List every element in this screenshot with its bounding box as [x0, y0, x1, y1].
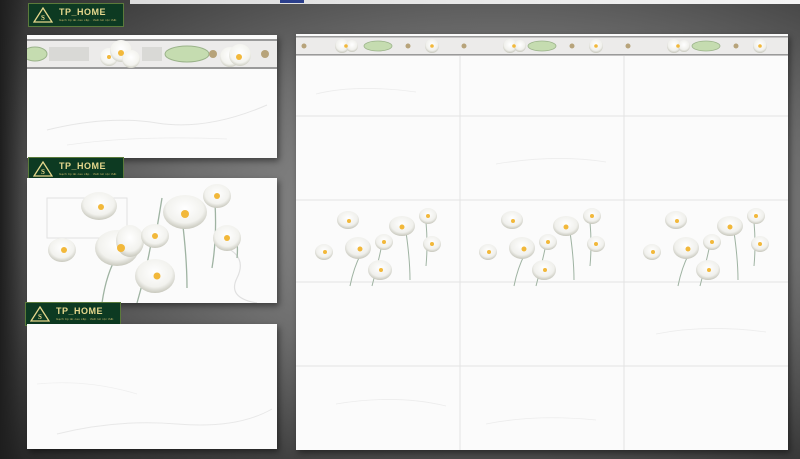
- logo-mark-icon: S: [33, 161, 53, 177]
- logo-tagline: Gạch ốp lát cao cấp · thiết kế nội thất: [59, 18, 117, 22]
- magnolia-flower: [203, 184, 231, 208]
- svg-text:S: S: [41, 14, 45, 22]
- flower-tile: [27, 178, 277, 303]
- logo-badge: S TP_HOME Gạch ốp lát cao cấp · thiết kế…: [25, 302, 121, 326]
- top-strip-accent: [280, 0, 304, 3]
- logo-mark-icon: S: [33, 7, 53, 23]
- plain-tile: [27, 324, 277, 449]
- logo-tagline: Gạch ốp lát cao cấp · thiết kế nội thất: [59, 172, 117, 176]
- magnolia-flower: [141, 224, 169, 248]
- svg-text:S: S: [38, 313, 42, 321]
- top-strip: [130, 0, 800, 4]
- magnolia-flower: [163, 195, 207, 229]
- left-vignette: [0, 0, 26, 459]
- wall-border-band: [296, 36, 788, 56]
- magnolia-flower: [213, 225, 241, 251]
- border-tile: [27, 35, 277, 158]
- magnolia-flower: [135, 259, 175, 293]
- logo-badge: S TP_HOME Gạch ốp lát cao cấp · thiết kế…: [28, 3, 124, 27]
- logo-mark-icon: S: [30, 306, 50, 322]
- magnolia-flower: [48, 238, 76, 262]
- logo-brand: TP_HOME: [59, 7, 107, 17]
- svg-text:S: S: [41, 168, 45, 176]
- wall-preview: [296, 34, 788, 450]
- logo-brand: TP_HOME: [56, 306, 104, 316]
- logo-brand: TP_HOME: [59, 161, 107, 171]
- magnolia-flower: [81, 192, 117, 220]
- logo-tagline: Gạch ốp lát cao cấp · thiết kế nội thất: [56, 317, 114, 321]
